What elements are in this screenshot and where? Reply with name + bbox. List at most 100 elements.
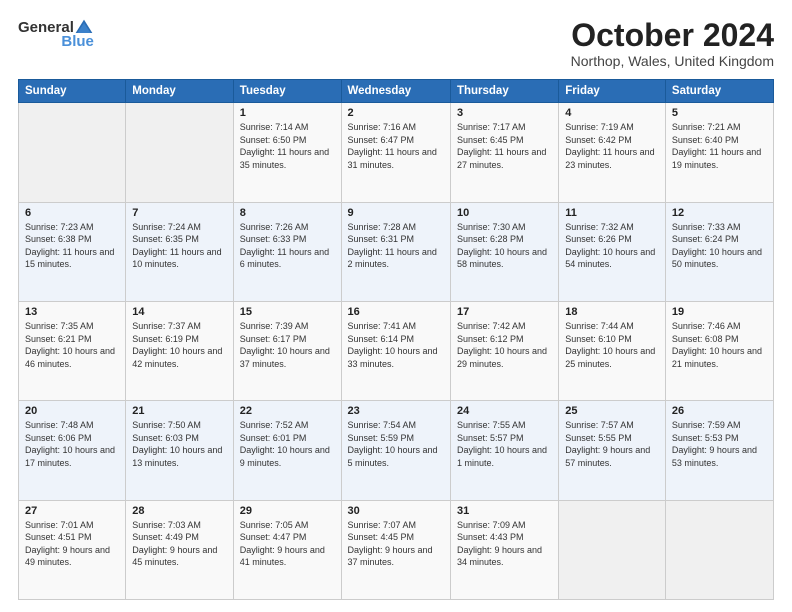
table-row: 20Sunrise: 7:48 AM Sunset: 6:06 PM Dayli… [19, 401, 126, 500]
location: Northop, Wales, United Kingdom [571, 53, 774, 69]
day-number: 26 [672, 405, 767, 417]
table-row: 25 Sunrise: 7:57 AM Sunset: 5:55 PM Dayli… [559, 401, 666, 500]
day-number: 4 [565, 107, 659, 119]
day-detail: Sunrise: 7:17 AM Sunset: 6:45 PM Dayligh… [457, 121, 552, 171]
table-row: 19 Sunrise: 7:46 AM Sunset: 6:08 PM Dayli… [665, 301, 773, 400]
table-row: 26 Sunrise: 7:59 AM Sunset: 5:53 PM Dayli… [665, 401, 773, 500]
table-row: 17 Sunrise: 7:42 AM Sunset: 6:12 PM Dayli… [450, 301, 558, 400]
day-detail: Sunrise: 7:23 AM Sunset: 6:38 PM Dayligh… [25, 221, 119, 271]
table-row: 4 Sunrise: 7:19 AM Sunset: 6:42 PM Daylig… [559, 103, 666, 202]
day-number: 10 [457, 207, 552, 219]
table-row: 31Sunrise: 7:09 AM Sunset: 4:43 PM Dayli… [450, 500, 558, 599]
table-row: 1 Sunrise: 7:14 AM Sunset: 6:50 PM Daylig… [233, 103, 341, 202]
day-number: 17 [457, 306, 552, 318]
table-row: 30 Sunrise: 7:07 AM Sunset: 4:45 PM Dayli… [341, 500, 450, 599]
day-number: 13 [25, 306, 119, 318]
day-number: 19 [672, 306, 767, 318]
table-row: 24Sunrise: 7:55 AM Sunset: 5:57 PM Dayli… [450, 401, 558, 500]
day-detail: Sunrise: 7:33 AM Sunset: 6:24 PM Dayligh… [672, 221, 767, 271]
day-detail: Sunrise: 7:21 AM Sunset: 6:40 PM Dayligh… [672, 121, 767, 171]
calendar-week-row: 1 Sunrise: 7:14 AM Sunset: 6:50 PM Daylig… [19, 103, 774, 202]
day-detail: Sunrise: 7:59 AM Sunset: 5:53 PM Dayligh… [672, 419, 767, 469]
day-detail: Sunrise: 7:41 AM Sunset: 6:14 PM Dayligh… [348, 320, 444, 370]
table-row: 8Sunrise: 7:26 AM Sunset: 6:33 PM Daylig… [233, 202, 341, 301]
table-row: 5 Sunrise: 7:21 AM Sunset: 6:40 PM Daylig… [665, 103, 773, 202]
day-number: 23 [348, 405, 444, 417]
day-number: 12 [672, 207, 767, 219]
page: General Blue October 2024 Northop, Wales… [0, 0, 792, 612]
header: General Blue October 2024 Northop, Wales… [18, 18, 774, 69]
day-number: 1 [240, 107, 335, 119]
day-detail: Sunrise: 7:05 AM Sunset: 4:47 PM Dayligh… [240, 519, 335, 569]
day-number: 6 [25, 207, 119, 219]
title-block: October 2024 Northop, Wales, United King… [571, 18, 774, 69]
day-number: 14 [132, 306, 226, 318]
table-row: 14 Sunrise: 7:37 AM Sunset: 6:19 PM Dayli… [126, 301, 233, 400]
day-detail: Sunrise: 7:55 AM Sunset: 5:57 PM Dayligh… [457, 419, 552, 469]
day-detail: Sunrise: 7:32 AM Sunset: 6:26 PM Dayligh… [565, 221, 659, 271]
table-row: 28Sunrise: 7:03 AM Sunset: 4:49 PM Dayli… [126, 500, 233, 599]
table-row: 2 Sunrise: 7:16 AM Sunset: 6:47 PM Daylig… [341, 103, 450, 202]
day-number: 30 [348, 505, 444, 517]
table-row: 7 Sunrise: 7:24 AM Sunset: 6:35 PM Daylig… [126, 202, 233, 301]
day-detail: Sunrise: 7:26 AM Sunset: 6:33 PM Dayligh… [240, 221, 335, 271]
day-number: 15 [240, 306, 335, 318]
table-row: 22 Sunrise: 7:52 AM Sunset: 6:01 PM Dayli… [233, 401, 341, 500]
day-detail: Sunrise: 7:28 AM Sunset: 6:31 PM Dayligh… [348, 221, 444, 271]
table-row: 15 Sunrise: 7:39 AM Sunset: 6:17 PM Dayli… [233, 301, 341, 400]
col-wednesday: Wednesday [341, 80, 450, 103]
day-number: 9 [348, 207, 444, 219]
day-detail: Sunrise: 7:57 AM Sunset: 5:55 PM Dayligh… [565, 419, 659, 469]
table-row: 21Sunrise: 7:50 AM Sunset: 6:03 PM Dayli… [126, 401, 233, 500]
table-row [19, 103, 126, 202]
day-number: 29 [240, 505, 335, 517]
day-detail: Sunrise: 7:14 AM Sunset: 6:50 PM Dayligh… [240, 121, 335, 171]
calendar-table: Sunday Monday Tuesday Wednesday Thursday… [18, 79, 774, 600]
day-number: 3 [457, 107, 552, 119]
day-detail: Sunrise: 7:03 AM Sunset: 4:49 PM Dayligh… [132, 519, 226, 569]
day-detail: Sunrise: 7:50 AM Sunset: 6:03 PM Dayligh… [132, 419, 226, 469]
day-number: 2 [348, 107, 444, 119]
day-number: 31 [457, 505, 552, 517]
day-detail: Sunrise: 7:44 AM Sunset: 6:10 PM Dayligh… [565, 320, 659, 370]
day-detail: Sunrise: 7:16 AM Sunset: 6:47 PM Dayligh… [348, 121, 444, 171]
day-number: 16 [348, 306, 444, 318]
calendar-week-row: 13 Sunrise: 7:35 AM Sunset: 6:21 PM Dayli… [19, 301, 774, 400]
table-row: 27Sunrise: 7:01 AM Sunset: 4:51 PM Dayli… [19, 500, 126, 599]
header-row: Sunday Monday Tuesday Wednesday Thursday… [19, 80, 774, 103]
table-row: 29 Sunrise: 7:05 AM Sunset: 4:47 PM Dayli… [233, 500, 341, 599]
day-number: 25 [565, 405, 659, 417]
col-monday: Monday [126, 80, 233, 103]
day-detail: Sunrise: 7:24 AM Sunset: 6:35 PM Dayligh… [132, 221, 226, 271]
col-tuesday: Tuesday [233, 80, 341, 103]
day-detail: Sunrise: 7:52 AM Sunset: 6:01 PM Dayligh… [240, 419, 335, 469]
day-detail: Sunrise: 7:54 AM Sunset: 5:59 PM Dayligh… [348, 419, 444, 469]
calendar-week-row: 6 Sunrise: 7:23 AM Sunset: 6:38 PM Daylig… [19, 202, 774, 301]
table-row: 11 Sunrise: 7:32 AM Sunset: 6:26 PM Dayli… [559, 202, 666, 301]
day-detail: Sunrise: 7:46 AM Sunset: 6:08 PM Dayligh… [672, 320, 767, 370]
table-row [665, 500, 773, 599]
day-number: 7 [132, 207, 226, 219]
day-detail: Sunrise: 7:07 AM Sunset: 4:45 PM Dayligh… [348, 519, 444, 569]
day-detail: Sunrise: 7:19 AM Sunset: 6:42 PM Dayligh… [565, 121, 659, 171]
day-detail: Sunrise: 7:35 AM Sunset: 6:21 PM Dayligh… [25, 320, 119, 370]
day-number: 22 [240, 405, 335, 417]
table-row: 10 Sunrise: 7:30 AM Sunset: 6:28 PM Dayli… [450, 202, 558, 301]
day-number: 11 [565, 207, 659, 219]
day-detail: Sunrise: 7:01 AM Sunset: 4:51 PM Dayligh… [25, 519, 119, 569]
col-friday: Friday [559, 80, 666, 103]
day-detail: Sunrise: 7:30 AM Sunset: 6:28 PM Dayligh… [457, 221, 552, 271]
table-row: 3 Sunrise: 7:17 AM Sunset: 6:45 PM Daylig… [450, 103, 558, 202]
table-row: 23 Sunrise: 7:54 AM Sunset: 5:59 PM Dayli… [341, 401, 450, 500]
table-row [559, 500, 666, 599]
day-detail: Sunrise: 7:42 AM Sunset: 6:12 PM Dayligh… [457, 320, 552, 370]
col-saturday: Saturday [665, 80, 773, 103]
logo: General Blue [18, 18, 94, 51]
day-detail: Sunrise: 7:39 AM Sunset: 6:17 PM Dayligh… [240, 320, 335, 370]
day-detail: Sunrise: 7:37 AM Sunset: 6:19 PM Dayligh… [132, 320, 226, 370]
day-number: 5 [672, 107, 767, 119]
table-row: 9 Sunrise: 7:28 AM Sunset: 6:31 PM Daylig… [341, 202, 450, 301]
calendar-week-row: 27Sunrise: 7:01 AM Sunset: 4:51 PM Dayli… [19, 500, 774, 599]
table-row: 16 Sunrise: 7:41 AM Sunset: 6:14 PM Dayli… [341, 301, 450, 400]
table-row: 13 Sunrise: 7:35 AM Sunset: 6:21 PM Dayli… [19, 301, 126, 400]
